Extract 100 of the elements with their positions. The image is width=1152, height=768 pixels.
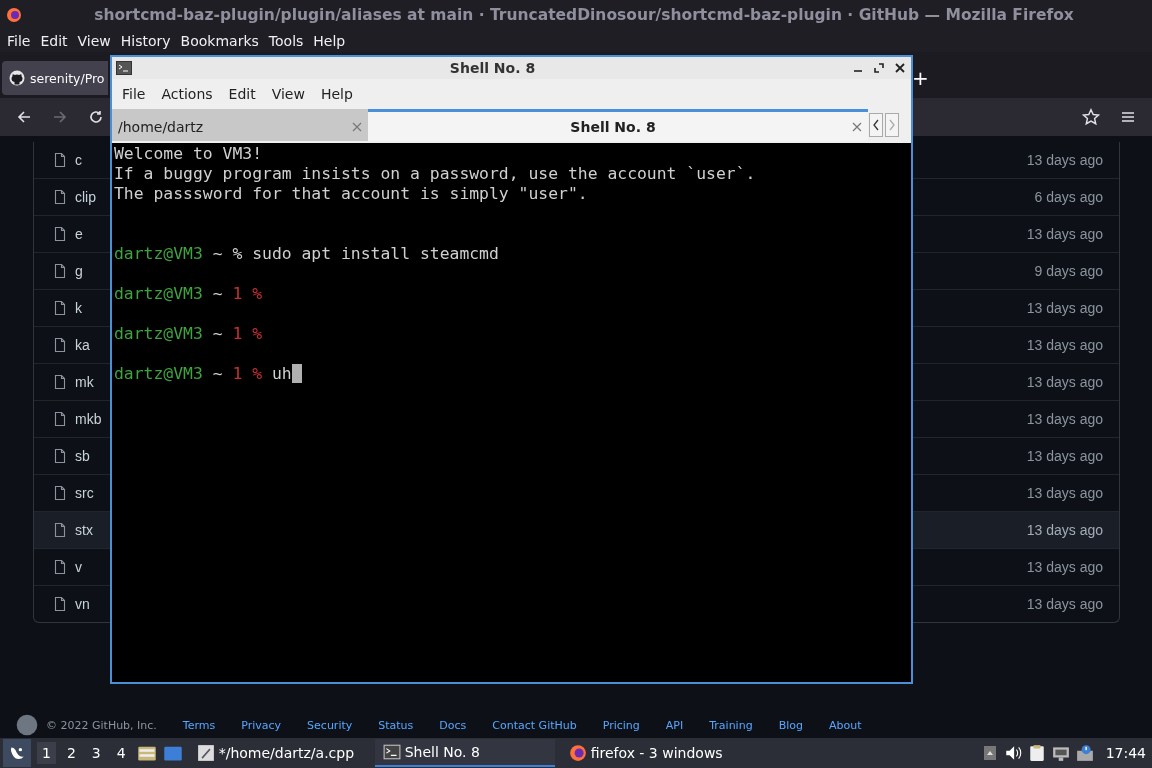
terminal-icon	[382, 743, 401, 761]
footer-link[interactable]: Status	[378, 718, 414, 732]
window-title: shortcmd-baz-plugin/plugin/aliases at main · TruncatedDinosour/shortcmd-baz-plugin · GitHub — Mozilla Firefox	[93, 6, 1075, 24]
copyright-text: © 2022 GitHub, Inc.	[46, 718, 157, 732]
terminal-tab[interactable]: /home/dartz	[112, 109, 368, 141]
terminal-text: ~	[211, 364, 224, 384]
file-name-link[interactable]: c	[75, 152, 82, 168]
start-menu-button[interactable]	[3, 739, 31, 767]
file-name-link[interactable]: sb	[75, 448, 90, 464]
commit-age: 13 days ago	[1026, 300, 1103, 316]
clipboard-icon[interactable]	[1027, 744, 1046, 762]
workspace-button[interactable]: 4	[111, 742, 131, 764]
back-icon[interactable]	[16, 109, 32, 125]
terminal-text: If a buggy program insists on a password, use the account `user`.	[114, 164, 756, 184]
menu-item[interactable]: Help	[312, 86, 361, 102]
footer-link[interactable]: Security	[307, 718, 353, 732]
text-editor-icon	[196, 744, 215, 762]
file-name-link[interactable]: clip	[75, 189, 96, 205]
file-name-link[interactable]: v	[75, 559, 82, 575]
firefox-icon	[568, 744, 587, 762]
menu-item[interactable]: Tools	[263, 33, 309, 49]
volume-icon[interactable]	[1003, 744, 1022, 762]
menu-item[interactable]: Help	[308, 33, 351, 49]
chevron-left-icon	[871, 119, 881, 131]
maximize-icon[interactable]	[874, 63, 884, 73]
menu-item[interactable]: File	[114, 86, 154, 102]
file-icon	[52, 485, 68, 501]
exit-code: 1 %	[232, 364, 263, 384]
workspace-button[interactable]: 2	[61, 742, 81, 764]
menu-item[interactable]: Actions	[153, 86, 221, 102]
workspace-button[interactable]: 3	[86, 742, 106, 764]
reload-icon[interactable]	[88, 109, 104, 125]
firefox-icon	[6, 7, 22, 23]
footer-link[interactable]: API	[665, 718, 684, 732]
file-name-link[interactable]: stx	[75, 522, 93, 538]
footer-link[interactable]: Privacy	[241, 718, 282, 732]
file-name-link[interactable]: e	[75, 226, 83, 242]
file-icon	[52, 189, 68, 205]
exit-code: 1 %	[232, 284, 263, 304]
terminal-text: ~	[211, 284, 224, 304]
browser-tab[interactable]: serenity/Pro	[2, 61, 108, 95]
terminal-text: uh	[270, 364, 292, 384]
clock[interactable]: 17:44	[1105, 745, 1146, 761]
window-title: Shell No. 8	[448, 60, 537, 76]
taskbar-task[interactable]: Shell No. 8	[374, 739, 555, 767]
taskbar-task[interactable]: */home/dartz/a.cpp	[188, 739, 369, 767]
commit-age: 13 days ago	[1026, 411, 1103, 427]
file-icon	[52, 152, 68, 168]
prompt-user: dartz@VM3	[114, 244, 203, 264]
bookmark-star-icon[interactable]	[1082, 108, 1100, 126]
taskbar-task[interactable]: firefox - 3 windows	[560, 739, 741, 767]
notification-icon[interactable]	[1075, 744, 1094, 762]
prompt-user: dartz@VM3	[114, 364, 203, 384]
file-icon	[52, 522, 68, 538]
menu-icon[interactable]	[1120, 109, 1136, 125]
new-tab-button[interactable]: +	[912, 66, 929, 90]
terminal-tab[interactable]: Shell No. 8	[368, 109, 868, 141]
footer-link[interactable]: Pricing	[602, 718, 640, 732]
footer-link[interactable]: Docs	[439, 718, 467, 732]
menu-item[interactable]: View	[72, 33, 116, 49]
file-name-link[interactable]: ka	[75, 337, 90, 353]
github-icon	[9, 70, 25, 86]
chevron-right-icon	[887, 119, 897, 131]
close-tab-icon[interactable]	[352, 121, 362, 132]
commit-age: 13 days ago	[1026, 596, 1103, 612]
file-name-link[interactable]: vn	[75, 596, 90, 612]
file-icon	[52, 559, 68, 575]
commit-age: 13 days ago	[1026, 522, 1103, 538]
file-name-link[interactable]: mk	[75, 374, 94, 390]
file-name-link[interactable]: g	[75, 263, 83, 279]
workspace-button[interactable]: 1	[37, 742, 56, 764]
file-name-link[interactable]: src	[75, 485, 94, 501]
terminal-text: The passsword for that account is simply "user".	[114, 184, 588, 204]
terminal-icon	[116, 61, 132, 75]
footer-link[interactable]: About	[828, 718, 862, 732]
menu-item[interactable]: File	[2, 33, 36, 49]
menu-item[interactable]: Edit	[220, 86, 264, 102]
file-name-link[interactable]: k	[75, 300, 82, 316]
file-name-link[interactable]: mkb	[75, 411, 102, 427]
footer-link[interactable]: Contact GitHub	[492, 718, 577, 732]
file-icon	[52, 374, 68, 390]
menu-item[interactable]: Bookmarks	[175, 33, 264, 49]
commit-age: 13 days ago	[1026, 485, 1103, 501]
network-icon[interactable]	[1051, 744, 1070, 762]
close-icon[interactable]	[895, 63, 905, 73]
close-tab-icon[interactable]	[852, 121, 862, 132]
menu-item[interactable]: View	[263, 86, 313, 102]
footer-link[interactable]: Terms	[182, 718, 216, 732]
menu-item[interactable]: History	[115, 33, 176, 49]
file-icon	[52, 448, 68, 464]
footer-link[interactable]: Blog	[778, 718, 803, 732]
terminal-text: Welcome to VM3!	[114, 144, 263, 164]
footer-link[interactable]: Training	[709, 718, 753, 732]
file-icon	[52, 596, 68, 612]
file-icon	[52, 300, 68, 316]
commit-age: 13 days ago	[1026, 152, 1103, 168]
commit-age: 13 days ago	[1026, 374, 1103, 390]
scroll-left-button[interactable]	[869, 113, 883, 137]
prompt-user: dartz@VM3	[114, 324, 203, 344]
menu-item[interactable]: Edit	[35, 33, 73, 49]
